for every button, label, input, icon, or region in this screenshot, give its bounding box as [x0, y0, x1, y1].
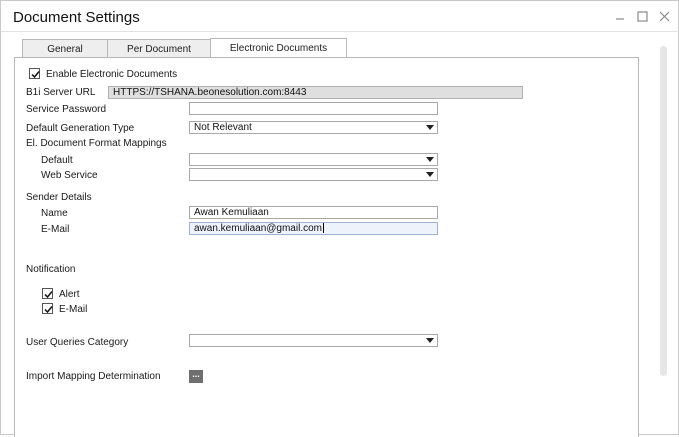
import-mapping-ellipsis-button[interactable]: ... — [189, 370, 203, 383]
service-password-field[interactable] — [189, 102, 438, 115]
sender-details-label: Sender Details — [26, 192, 92, 203]
sender-email-value: awan.kemuliaan@gmail.com — [194, 223, 322, 234]
tab-electronic-documents-label: Electronic Documents — [229, 43, 328, 54]
sender-email-field[interactable]: awan.kemuliaan@gmail.com — [189, 222, 438, 235]
maximize-icon[interactable] — [633, 7, 651, 25]
notification-email-checkbox[interactable] — [42, 303, 53, 314]
tab-bar: General Per Document Electronic Document… — [22, 38, 347, 58]
sender-name-label: Name — [41, 208, 68, 219]
document-settings-window: Document Settings General Per Document E… — [0, 0, 679, 437]
chevron-down-icon — [426, 172, 434, 177]
sender-email-label: E-Mail — [41, 224, 70, 235]
chevron-down-icon — [426, 338, 434, 343]
default-generation-type-value: Not Relevant — [194, 122, 252, 133]
minimize-icon[interactable] — [611, 7, 629, 25]
default-mapping-label: Default — [41, 155, 73, 166]
alert-label: Alert — [59, 289, 80, 300]
chevron-down-icon — [426, 157, 434, 162]
web-service-label: Web Service — [41, 170, 98, 181]
vertical-scrollbar[interactable] — [660, 46, 667, 376]
web-service-select[interactable] — [189, 168, 438, 181]
window-title: Document Settings — [13, 9, 140, 26]
service-password-label: Service Password — [26, 104, 107, 115]
text-caret — [322, 223, 324, 234]
default-generation-type-select[interactable]: Not Relevant — [189, 121, 438, 134]
user-queries-category-select[interactable] — [189, 334, 438, 347]
default-mapping-select[interactable] — [189, 153, 438, 166]
alert-checkbox[interactable] — [42, 288, 53, 299]
enable-electronic-documents-checkbox[interactable] — [29, 68, 40, 79]
default-generation-type-label: Default Generation Type — [26, 123, 135, 134]
b1i-server-url-field: HTTPS://TSHANA.beonesolution.com:8443 — [108, 86, 523, 99]
enable-electronic-documents-label: Enable Electronic Documents — [46, 69, 178, 80]
title-divider — [1, 31, 679, 32]
tab-per-document-label: Per Document — [127, 43, 191, 55]
format-mappings-label: El. Document Format Mappings — [26, 138, 167, 149]
notification-label: Notification — [26, 264, 76, 275]
b1i-server-url-label: B1i Server URL — [26, 87, 96, 98]
chevron-down-icon — [426, 125, 434, 130]
import-mapping-determination-label: Import Mapping Determination — [26, 371, 161, 382]
tab-electronic-documents[interactable]: Electronic Documents — [210, 38, 347, 58]
tab-general[interactable]: General — [22, 39, 108, 58]
close-icon[interactable] — [655, 7, 673, 25]
notification-email-label: E-Mail — [59, 304, 88, 315]
sender-name-field[interactable]: Awan Kemuliaan — [189, 206, 438, 219]
tab-general-label: General — [47, 43, 83, 55]
user-queries-category-label: User Queries Category — [26, 337, 129, 348]
tab-per-document[interactable]: Per Document — [107, 39, 211, 58]
